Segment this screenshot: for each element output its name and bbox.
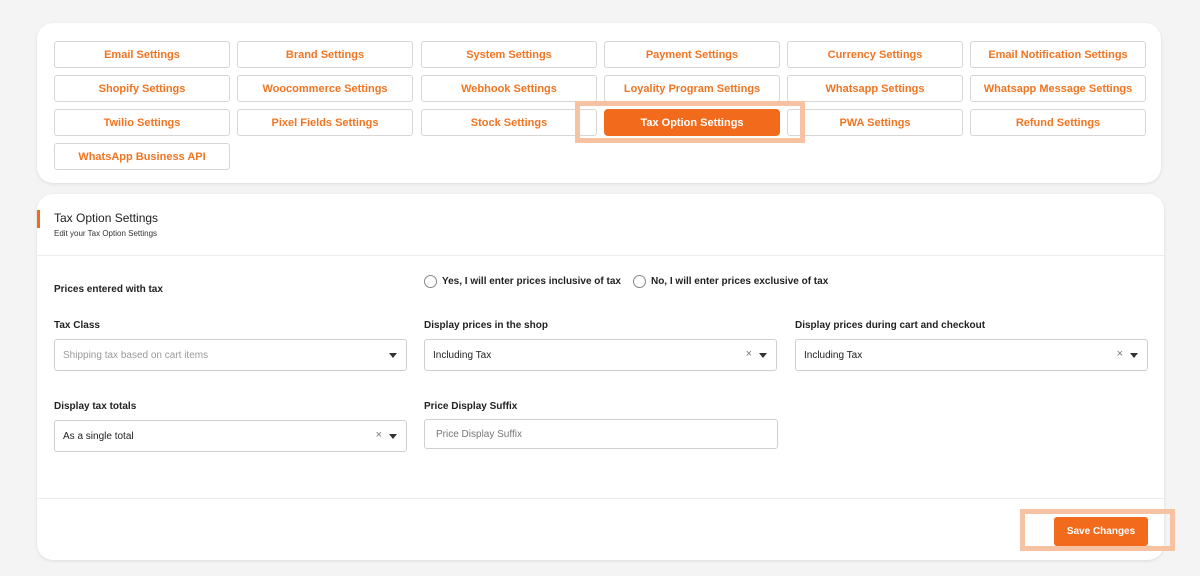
brand-settings-button[interactable]: Brand Settings bbox=[237, 41, 413, 68]
shopify-settings-button[interactable]: Shopify Settings bbox=[54, 75, 230, 102]
email-settings-button[interactable]: Email Settings bbox=[54, 41, 230, 68]
tax-class-label: Tax Class bbox=[54, 320, 100, 331]
chevron-down-icon[interactable] bbox=[389, 434, 397, 439]
footer-divider bbox=[37, 498, 1164, 499]
tax-class-placeholder: Shipping tax based on cart items bbox=[63, 349, 209, 361]
whatsapp-business-api-button[interactable]: WhatsApp Business API bbox=[54, 143, 230, 170]
twilio-settings-button[interactable]: Twilio Settings bbox=[54, 109, 230, 136]
chevron-down-icon[interactable] bbox=[759, 353, 767, 358]
tax-totals-value: As a single total bbox=[63, 430, 134, 442]
price-display-suffix-input[interactable] bbox=[424, 419, 778, 449]
tax-totals-select[interactable]: As a single total × bbox=[54, 420, 407, 452]
whatsapp-settings-button[interactable]: Whatsapp Settings bbox=[787, 75, 963, 102]
save-changes-button[interactable]: Save Changes bbox=[1054, 517, 1148, 546]
clear-icon[interactable]: × bbox=[376, 429, 382, 441]
loyalty-program-settings-button[interactable]: Loyality Program Settings bbox=[604, 75, 780, 102]
prices-entered-radio-group: Yes, I will enter prices inclusive of ta… bbox=[424, 275, 840, 288]
header-divider bbox=[37, 255, 1164, 256]
chevron-down-icon[interactable] bbox=[1130, 353, 1138, 358]
display-shop-value: Including Tax bbox=[433, 349, 492, 361]
whatsapp-message-settings-button[interactable]: Whatsapp Message Settings bbox=[970, 75, 1146, 102]
woocommerce-settings-button[interactable]: Woocommerce Settings bbox=[237, 75, 413, 102]
payment-settings-button[interactable]: Payment Settings bbox=[604, 41, 780, 68]
tax-option-settings-button[interactable]: Tax Option Settings bbox=[604, 109, 780, 136]
display-shop-select[interactable]: Including Tax × bbox=[424, 339, 777, 371]
header-accent-bar bbox=[37, 210, 40, 228]
currency-settings-button[interactable]: Currency Settings bbox=[787, 41, 963, 68]
pwa-settings-button[interactable]: PWA Settings bbox=[787, 109, 963, 136]
display-cart-select[interactable]: Including Tax × bbox=[795, 339, 1148, 371]
refund-settings-button[interactable]: Refund Settings bbox=[970, 109, 1146, 136]
display-cart-label: Display prices during cart and checkout bbox=[795, 320, 986, 331]
radio-option-exclusive[interactable]: No, I will enter prices exclusive of tax bbox=[632, 275, 829, 288]
system-settings-button[interactable]: System Settings bbox=[421, 41, 597, 68]
page-title: Tax Option Settings bbox=[54, 211, 159, 225]
radio-exclusive[interactable] bbox=[632, 275, 646, 288]
display-shop-label: Display prices in the shop bbox=[424, 320, 548, 331]
tax-totals-label: Display tax totals bbox=[54, 401, 137, 412]
radio-exclusive-label: No, I will enter prices exclusive of tax bbox=[650, 276, 829, 287]
clear-icon[interactable]: × bbox=[1117, 348, 1123, 360]
settings-nav-card: Email Settings Brand Settings System Set… bbox=[37, 23, 1161, 183]
pixel-fields-settings-button[interactable]: Pixel Fields Settings bbox=[237, 109, 413, 136]
page-subtitle: Edit your Tax Option Settings bbox=[54, 229, 158, 238]
display-cart-value: Including Tax bbox=[804, 349, 863, 361]
radio-inclusive-label: Yes, I will enter prices inclusive of ta… bbox=[442, 276, 621, 287]
radio-inclusive[interactable] bbox=[424, 275, 437, 288]
tax-option-form-card: Tax Option Settings Edit your Tax Option… bbox=[37, 194, 1164, 560]
suffix-label: Price Display Suffix bbox=[424, 401, 518, 412]
radio-option-inclusive[interactable]: Yes, I will enter prices inclusive of ta… bbox=[424, 275, 621, 288]
webhook-settings-button[interactable]: Webhook Settings bbox=[421, 75, 597, 102]
chevron-down-icon[interactable] bbox=[389, 353, 397, 358]
email-notification-settings-button[interactable]: Email Notification Settings bbox=[970, 41, 1146, 68]
tax-class-select[interactable]: Shipping tax based on cart items bbox=[54, 339, 407, 371]
clear-icon[interactable]: × bbox=[746, 348, 752, 360]
prices-entered-label: Prices entered with tax bbox=[54, 284, 163, 295]
stock-settings-button[interactable]: Stock Settings bbox=[421, 109, 597, 136]
